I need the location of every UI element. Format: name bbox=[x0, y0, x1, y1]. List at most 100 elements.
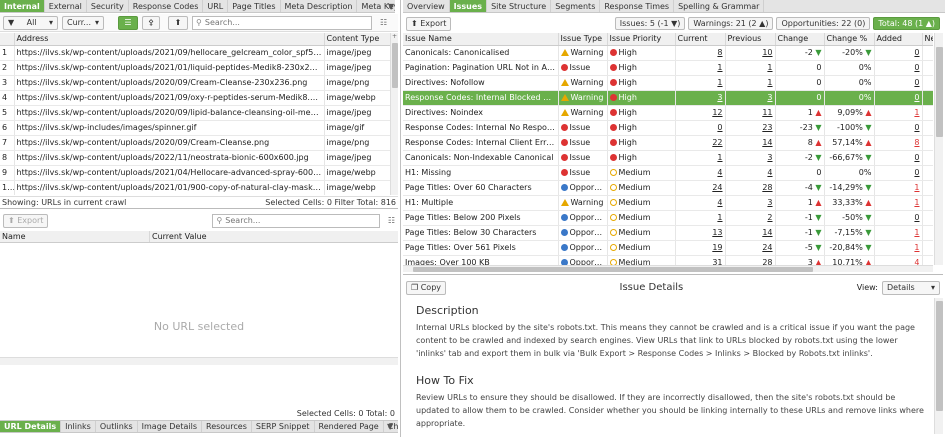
warnings-count-badge[interactable]: Warnings: 21 (2 ▲) bbox=[688, 17, 774, 30]
current-link[interactable]: 1 bbox=[717, 153, 722, 162]
tab-outlinks[interactable]: Outlinks bbox=[96, 421, 138, 432]
added-link[interactable]: 0 bbox=[914, 123, 919, 132]
scrollbar-thumb[interactable] bbox=[413, 267, 813, 272]
detail-horizontal-scrollbar[interactable] bbox=[0, 357, 398, 365]
issues-table-scrollbar[interactable] bbox=[934, 33, 943, 265]
tab-meta-description[interactable]: Meta Description bbox=[281, 0, 358, 12]
issue-row[interactable]: Images: Over 100 KB Opportu... Medium 31 28 3… bbox=[403, 255, 933, 265]
tab-image-details[interactable]: Image Details bbox=[138, 421, 202, 432]
tab-page-titles[interactable]: Page Titles bbox=[228, 0, 281, 12]
detail-search-input[interactable] bbox=[225, 216, 376, 225]
view-dropdown[interactable]: Details ▾ bbox=[881, 280, 940, 295]
previous-cell[interactable]: 2 bbox=[725, 210, 776, 226]
added-cell[interactable]: 0 bbox=[874, 60, 923, 76]
details-scrollbar[interactable] bbox=[934, 298, 943, 434]
previous-cell[interactable]: 1 bbox=[725, 75, 776, 91]
tab-rendered-page[interactable]: Rendered Page bbox=[315, 421, 384, 432]
current-link[interactable]: 0 bbox=[717, 123, 722, 132]
added-link[interactable]: 0 bbox=[914, 153, 919, 162]
added-link[interactable]: 1 bbox=[914, 228, 919, 237]
previous-link[interactable]: 11 bbox=[762, 108, 772, 117]
table-row[interactable]: 7 https://ilvs.sk/wp-content/uploads/2020… bbox=[0, 135, 390, 151]
previous-link[interactable]: 28 bbox=[762, 258, 772, 265]
added-cell[interactable]: 0 bbox=[874, 75, 923, 91]
column-header[interactable]: Issue Name bbox=[403, 33, 559, 46]
current-cell[interactable]: 12 bbox=[675, 105, 726, 121]
current-link[interactable]: 22 bbox=[712, 138, 722, 147]
column-header[interactable]: Change % bbox=[824, 33, 875, 46]
tab-spelling-grammar[interactable]: Spelling & Grammar bbox=[674, 0, 765, 12]
current-cell[interactable]: 4 bbox=[675, 195, 726, 211]
tab-inlinks[interactable]: Inlinks bbox=[61, 421, 96, 432]
current-cell[interactable]: 8 bbox=[675, 45, 726, 61]
current-cell[interactable]: 3 bbox=[675, 90, 726, 106]
column-header[interactable]: Ne bbox=[922, 33, 933, 46]
added-link[interactable]: 0 bbox=[914, 48, 919, 57]
table-row[interactable]: 9 https://ilvs.sk/wp-content/uploads/2021… bbox=[0, 165, 390, 181]
issue-row[interactable]: H1: Missing Issue Medium 4 4 0 0% 0 bbox=[403, 165, 933, 181]
issue-row[interactable]: Page Titles: Over 561 Pixels Opportu... Me… bbox=[403, 240, 933, 256]
previous-link[interactable]: 24 bbox=[762, 243, 772, 252]
copy-button[interactable]: ❐ Copy bbox=[406, 280, 447, 295]
previous-cell[interactable]: 3 bbox=[725, 150, 776, 166]
table-row[interactable]: 3 https://ilvs.sk/wp-content/uploads/2020… bbox=[0, 75, 390, 91]
added-cell[interactable]: 1 bbox=[874, 225, 923, 241]
tab-url-details[interactable]: URL Details bbox=[0, 421, 62, 432]
previous-cell[interactable]: 10 bbox=[725, 45, 776, 61]
added-cell[interactable]: 1 bbox=[874, 180, 923, 196]
added-link[interactable]: 1 bbox=[914, 183, 919, 192]
issue-row[interactable]: Pagination: Pagination URL Not in Anchor… bbox=[403, 60, 933, 76]
previous-link[interactable]: 4 bbox=[767, 168, 772, 177]
current-link[interactable]: 1 bbox=[717, 63, 722, 72]
current-link[interactable]: 4 bbox=[717, 168, 722, 177]
added-cell[interactable]: 1 bbox=[874, 240, 923, 256]
added-link[interactable]: 1 bbox=[914, 243, 919, 252]
url-table-scrollbar[interactable]: + bbox=[390, 33, 398, 195]
tabs-overflow-icon[interactable]: ▼ bbox=[388, 2, 394, 11]
previous-cell[interactable]: 28 bbox=[725, 255, 776, 265]
tab-security[interactable]: Security bbox=[87, 0, 129, 12]
tab-segments[interactable]: Segments bbox=[551, 0, 601, 12]
tab-site-structure[interactable]: Site Structure bbox=[487, 0, 552, 12]
tab-internal[interactable]: Internal bbox=[0, 0, 45, 12]
issue-row[interactable]: Canonicals: Non-Indexable Canonical Issue… bbox=[403, 150, 933, 166]
previous-cell[interactable]: 11 bbox=[725, 105, 776, 121]
list-view-button[interactable]: ☰ bbox=[118, 15, 138, 30]
tab-response-times[interactable]: Response Times bbox=[600, 0, 675, 12]
added-cell[interactable]: 0 bbox=[874, 90, 923, 106]
current-cell[interactable]: 1 bbox=[675, 210, 726, 226]
scrollbar-thumb[interactable] bbox=[936, 47, 943, 137]
added-cell[interactable]: 4 bbox=[874, 255, 923, 265]
issue-row[interactable]: Response Codes: Internal Blocked by Robo… bbox=[403, 90, 933, 106]
issue-row[interactable]: Response Codes: Internal Client Error (4… bbox=[403, 135, 933, 151]
vertical-splitter[interactable] bbox=[400, 0, 401, 437]
current-cell[interactable]: 1 bbox=[675, 75, 726, 91]
column-header[interactable]: Content Type bbox=[324, 33, 390, 46]
added-link[interactable]: 0 bbox=[914, 168, 919, 177]
previous-link[interactable]: 2 bbox=[767, 213, 772, 222]
issue-row[interactable]: Page Titles: Over 60 Characters Opportu..… bbox=[403, 180, 933, 196]
previous-link[interactable]: 3 bbox=[767, 153, 772, 162]
current-link[interactable]: 1 bbox=[717, 78, 722, 87]
tab-response-codes[interactable]: Response Codes bbox=[129, 0, 204, 12]
filter-dropdown[interactable]: ▼ All ▾ bbox=[3, 15, 58, 30]
current-cell[interactable]: 24 bbox=[675, 180, 726, 196]
added-cell[interactable]: 1 bbox=[874, 105, 923, 121]
previous-link[interactable]: 14 bbox=[762, 138, 772, 147]
issue-row[interactable]: Directives: Nofollow Warning High 1 1 0 0% 0 bbox=[403, 75, 933, 91]
column-header[interactable]: Added bbox=[874, 33, 923, 46]
total-count-badge[interactable]: Total: 48 (1 ▲) bbox=[873, 17, 940, 30]
issue-row[interactable]: H1: Multiple Warning Medium 4 3 1 ▲ 33,33% ▲ 1 bbox=[403, 195, 933, 211]
column-header[interactable]: Previous bbox=[725, 33, 776, 46]
added-link[interactable]: 4 bbox=[914, 258, 919, 265]
added-link[interactable]: 0 bbox=[914, 63, 919, 72]
scroll-up-icon[interactable]: + bbox=[392, 33, 397, 40]
view-dropdown[interactable]: Curr... ▾ bbox=[62, 15, 104, 30]
tab-serp-snippet[interactable]: SERP Snippet bbox=[252, 421, 315, 432]
current-cell[interactable]: 1 bbox=[675, 60, 726, 76]
previous-link[interactable]: 1 bbox=[767, 78, 772, 87]
added-link[interactable]: 8 bbox=[914, 138, 919, 147]
previous-link[interactable]: 28 bbox=[762, 183, 772, 192]
added-link[interactable]: 0 bbox=[914, 213, 919, 222]
current-cell[interactable]: 4 bbox=[675, 165, 726, 181]
